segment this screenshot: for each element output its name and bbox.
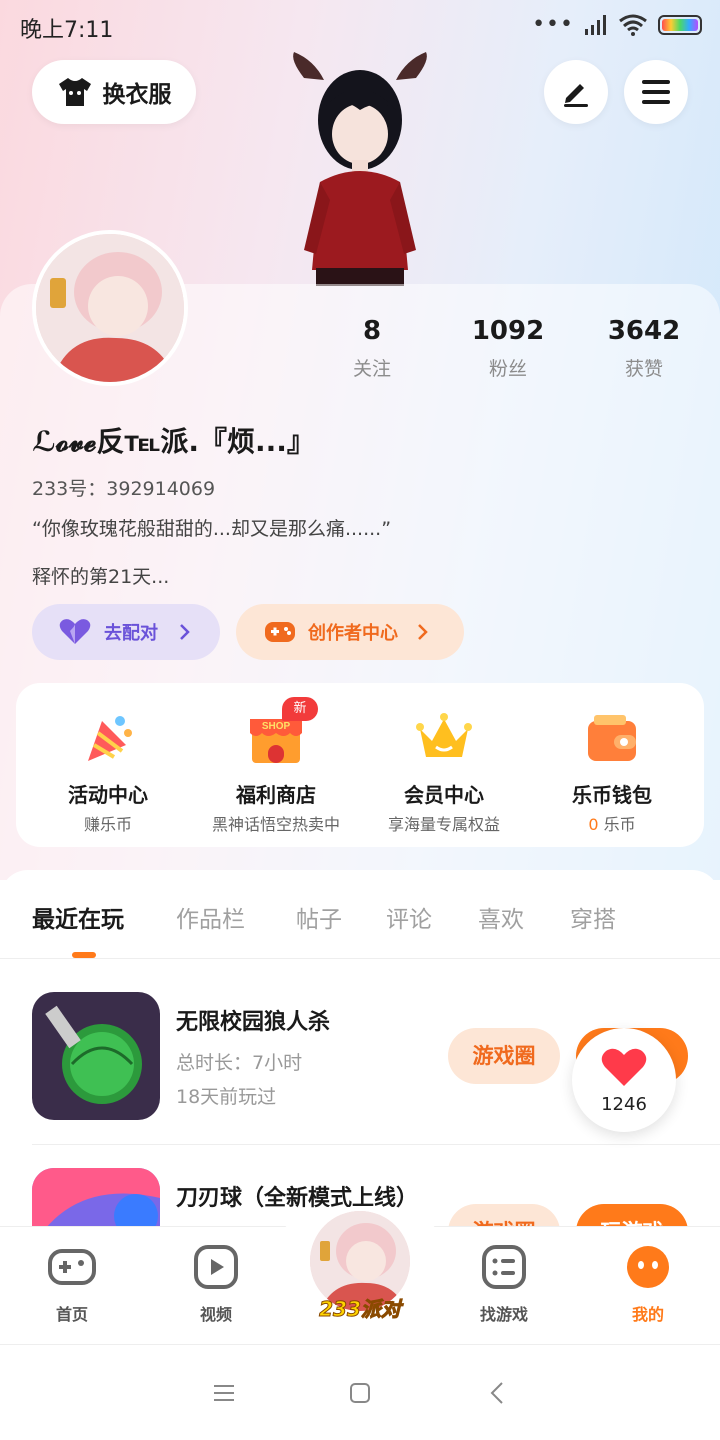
status-icons: •••	[532, 14, 702, 36]
user-avatar[interactable]	[32, 230, 188, 386]
following-label: 关注	[352, 358, 391, 380]
avatar-image	[36, 234, 184, 382]
tab-comments[interactable]: 评论	[386, 900, 432, 934]
home-square-icon[interactable]	[346, 1379, 374, 1407]
status-days-text: 释怀的第21天...	[32, 566, 170, 588]
service-title: 会员中心	[404, 783, 484, 807]
change-outfit-button[interactable]: 换衣服	[32, 60, 196, 124]
nav-label: 首页	[55, 1305, 88, 1324]
tab-posts[interactable]: 帖子	[296, 900, 342, 934]
menu-button[interactable]	[624, 60, 688, 124]
nav-label: 视频	[199, 1305, 232, 1324]
tab-works[interactable]: 作品栏	[176, 900, 245, 934]
menu-icon	[642, 80, 670, 104]
following-stat[interactable]: 8 关注	[312, 316, 432, 381]
tabs-divider	[0, 958, 720, 959]
chevron-right-icon	[418, 624, 428, 640]
svg-text:SHOP: SHOP	[262, 721, 291, 732]
likes-label: 获赞	[624, 358, 663, 380]
wallet-balance: 0	[588, 815, 599, 834]
wallet-icon	[588, 715, 636, 761]
services-panel: 活动中心 赚乐币 SHOP 福利商店 黑神话悟空热卖中 会员中心 享海量专属权益…	[16, 683, 704, 847]
service-subtitle: 0 乐币	[526, 811, 698, 835]
bio-text: “你像玫瑰花般甜甜的...却又是那么痛......”	[32, 518, 392, 540]
service-title: 福利商店	[236, 783, 316, 807]
gamepad-icon	[48, 1249, 96, 1285]
nav-label: 我的	[631, 1305, 664, 1324]
service-subtitle: 赚乐币	[83, 815, 132, 834]
profile-tabs: 最近在玩 作品栏 帖子 评论 喜欢 穿搭	[0, 900, 720, 940]
nav-me[interactable]: 我的	[598, 1245, 698, 1325]
nav-label: 找游戏	[479, 1305, 528, 1324]
game-last-played: 18天前玩过	[176, 1086, 277, 1108]
game-icon-watermelon	[32, 992, 160, 1120]
wallet-unit: 乐币	[598, 815, 636, 834]
crown-icon	[416, 713, 472, 757]
status-time: 晚上7:11	[20, 18, 114, 43]
back-icon[interactable]	[484, 1379, 512, 1407]
like-count: 1246	[601, 1094, 647, 1115]
heart-pair-icon	[59, 619, 91, 644]
service-subtitle: 黑神话悟空热卖中	[211, 815, 340, 834]
wifi-icon	[619, 14, 647, 36]
game-title: 无限校园狼人杀	[176, 1010, 331, 1035]
like-bubble[interactable]: 1246	[572, 1028, 676, 1132]
match-button[interactable]: 去配对	[32, 604, 220, 660]
nav-find-games[interactable]: 找游戏	[454, 1245, 554, 1325]
nav-video[interactable]: 视频	[166, 1245, 266, 1325]
nav-home[interactable]: 首页	[22, 1245, 122, 1325]
signal-icon	[585, 15, 606, 35]
creator-center-button[interactable]: 创作者中心	[236, 604, 464, 660]
profile-face-icon	[627, 1246, 669, 1288]
followers-label: 粉丝	[488, 358, 527, 380]
tab-likes[interactable]: 喜欢	[478, 900, 524, 934]
system-nav-bar	[0, 1344, 720, 1440]
party-label[interactable]: 233派对	[300, 1293, 420, 1322]
bottom-nav: 首页 视频 233派对 找游戏 我的	[0, 1207, 720, 1344]
likes-stat[interactable]: 3642 获赞	[584, 316, 704, 381]
row-divider	[32, 1144, 720, 1145]
new-badge: 新	[282, 697, 318, 721]
tab-recently-played[interactable]: 最近在玩	[32, 900, 124, 934]
party-popper-icon	[88, 716, 132, 761]
battery-icon	[658, 15, 702, 35]
following-count: 8	[362, 316, 382, 346]
play-icon	[194, 1245, 238, 1289]
status-bar: 晚上7:11 •••	[0, 0, 720, 52]
list-icon	[482, 1245, 526, 1289]
service-subtitle: 享海量专属权益	[387, 815, 500, 834]
service-activity-center[interactable]: 活动中心 赚乐币	[22, 683, 194, 847]
tab-outfits[interactable]: 穿搭	[570, 900, 616, 934]
user-id[interactable]: 233号：392914069	[32, 474, 215, 501]
service-title: 活动中心	[68, 783, 148, 807]
recent-apps-icon[interactable]	[210, 1379, 238, 1407]
tshirt-icon	[58, 78, 91, 106]
change-outfit-label: 换衣服	[102, 82, 172, 108]
service-title: 乐币钱包	[572, 783, 652, 807]
service-wallet[interactable]: 乐币钱包 0 乐币	[526, 683, 698, 847]
heart-icon	[601, 1048, 647, 1086]
chevron-right-icon	[180, 624, 190, 640]
game-duration: 总时长：7小时	[176, 1052, 303, 1074]
followers-count: 1092	[471, 316, 545, 346]
creator-center-label: 创作者中心	[308, 623, 398, 644]
service-member-center[interactable]: 会员中心 享海量专属权益	[358, 683, 530, 847]
more-dots-icon: •••	[532, 12, 574, 37]
likes-count: 3642	[607, 316, 681, 346]
edit-button[interactable]	[544, 60, 608, 124]
nickname: ℒ𝓸𝓿𝓮反℡派.『烦...』	[32, 425, 315, 458]
pencil-icon	[564, 84, 588, 107]
followers-stat[interactable]: 1092 粉丝	[448, 316, 568, 381]
gamepad-icon	[265, 622, 295, 642]
match-label: 去配对	[104, 623, 158, 644]
avatar-character[interactable]	[290, 50, 430, 286]
service-welfare-shop[interactable]: SHOP 福利商店 黑神话悟空热卖中	[190, 683, 362, 847]
game-circle-button[interactable]: 游戏圈	[448, 1028, 560, 1084]
